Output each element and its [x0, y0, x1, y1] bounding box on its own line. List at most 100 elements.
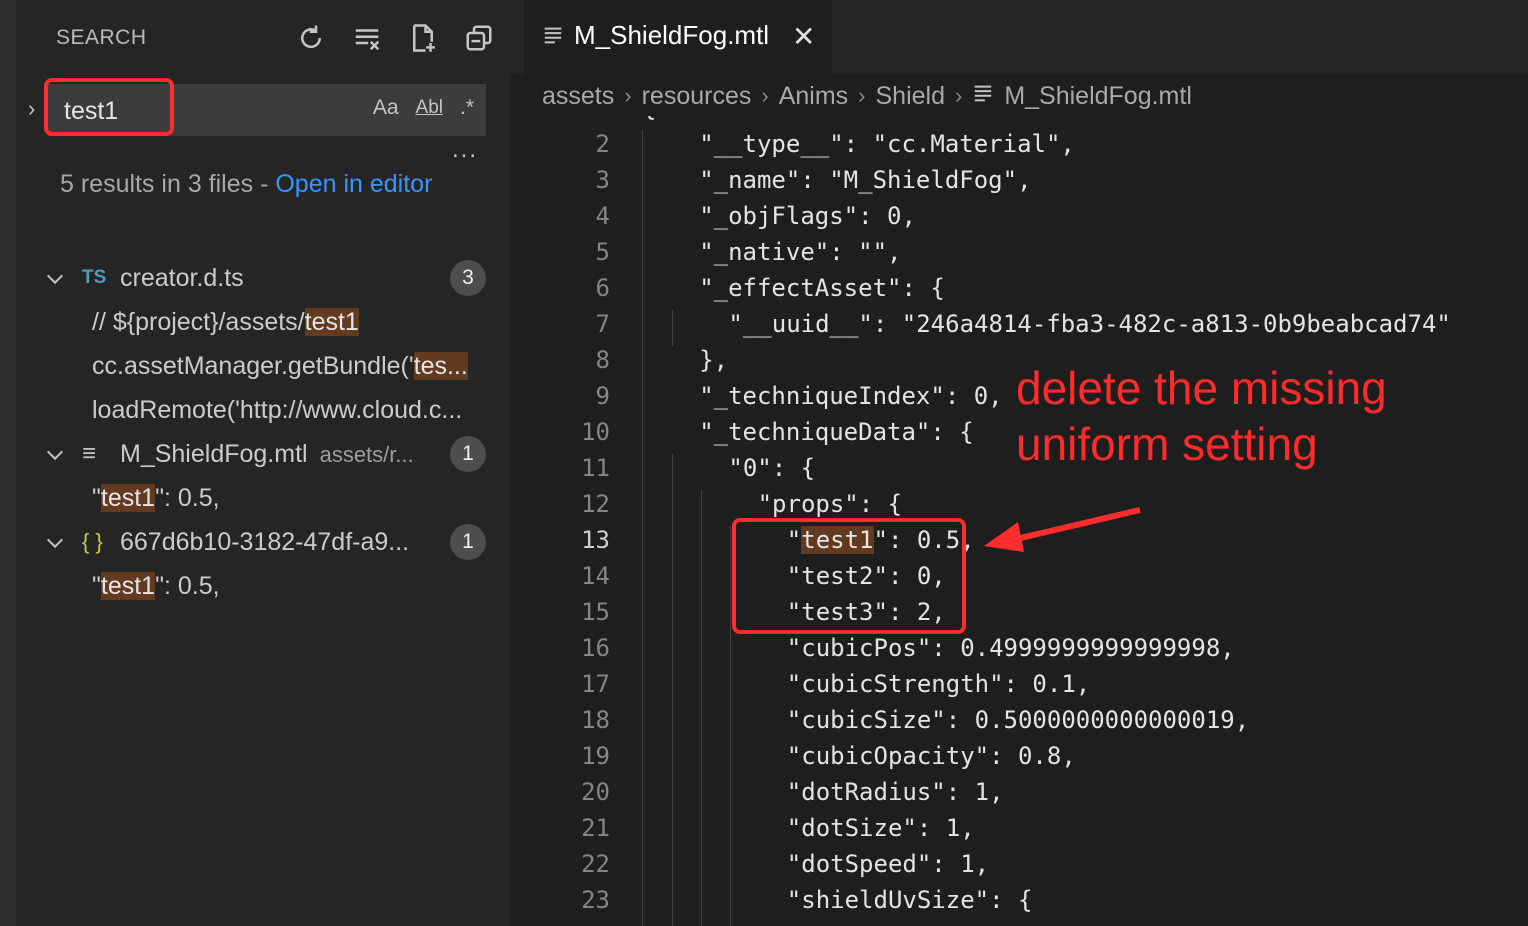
lines-file-icon	[972, 82, 994, 111]
chevron-right-icon: ›	[624, 83, 632, 108]
chevron-down-icon[interactable]	[44, 444, 64, 464]
match-line[interactable]: cc.assetManager.getBundle('tes...	[16, 344, 510, 388]
match-line[interactable]: "test1": 0.5,	[16, 476, 510, 520]
file-name-group: M_ShieldFog.mtl assets/r...	[120, 440, 414, 469]
file-name: M_ShieldFog.mtl	[120, 439, 308, 468]
file-name: 667d6b10-3182-47df-a9...	[120, 527, 410, 556]
annotation-line: uniform setting	[1016, 418, 1318, 470]
match-suffix: ": 0.5,	[155, 571, 220, 600]
line-source: "cubicPos": 0.4999999999999998,	[786, 634, 1235, 662]
breadcrumb-item[interactable]: M_ShieldFog.mtl	[1004, 82, 1192, 111]
breadcrumb-item[interactable]: resources	[642, 82, 752, 111]
chevron-right-icon: ›	[858, 83, 866, 108]
code-line: 19 "cubicOpacity": 0.8,	[510, 742, 1528, 778]
line-number: 22	[581, 850, 610, 878]
line-number: 11	[581, 454, 610, 482]
match-highlight: test1	[100, 571, 156, 600]
match-whole-word-icon[interactable]: Abl	[415, 96, 444, 120]
line-source: "_techniqueData": {	[699, 418, 974, 446]
chevron-down-icon[interactable]	[44, 268, 64, 288]
match-line[interactable]: loadRemote('http://www.cloud.c...	[16, 388, 510, 432]
code-line: 3 "_name": "M_ShieldFog",	[510, 166, 1528, 202]
breadcrumb-item[interactable]: assets	[542, 82, 614, 111]
line-number: 19	[581, 742, 610, 770]
code-line: 1{	[510, 116, 1528, 130]
refresh-icon[interactable]	[294, 20, 328, 56]
line-number: 4	[595, 202, 610, 230]
result-file-row[interactable]: { } 667d6b10-3182-47df-a9... 1	[16, 520, 510, 564]
match-suffix: ": 0.5,	[155, 483, 220, 512]
match-prefix: loadRemote('http://www.cloud.c...	[92, 395, 463, 424]
results-tree: TS creator.d.ts 3 // ${project}/assets/t…	[16, 256, 510, 608]
lines-file-icon	[542, 24, 564, 51]
line-number: 21	[581, 814, 610, 842]
line-source: "_techniqueIndex": 0,	[699, 382, 1003, 410]
file-name: creator.d.ts	[120, 263, 244, 292]
new-search-editor-icon[interactable]	[406, 20, 440, 56]
line-number: 6	[595, 274, 610, 302]
search-options: Aa Abl .*	[373, 96, 474, 120]
code-line: 2 "__type__": "cc.Material",	[510, 130, 1528, 166]
search-sidebar: SEARCH › Aa Abl .* ... 5 results in 3 fi…	[16, 0, 510, 926]
activity-bar	[0, 0, 16, 926]
code-line: 23 "shieldUvSize": {	[510, 886, 1528, 922]
match-prefix: "	[92, 571, 101, 600]
sidebar-title: SEARCH	[56, 26, 147, 49]
close-icon[interactable]: ✕	[792, 20, 815, 53]
line-number: 7	[595, 310, 610, 338]
line-source: "props": {	[757, 490, 903, 518]
annotation-arrow	[984, 507, 1141, 552]
search-actions	[294, 20, 496, 56]
file-path: assets/r...	[319, 441, 414, 467]
match-prefix: // ${project}/assets/	[92, 307, 305, 336]
match-count-badge: 1	[450, 524, 486, 560]
match-line[interactable]: // ${project}/assets/test1	[16, 300, 510, 344]
line-source: "cubicSize": 0.5000000000000019,	[786, 706, 1250, 734]
annotation-text: delete the missing uniform setting	[1016, 360, 1387, 472]
line-number: 15	[581, 598, 610, 626]
line-source: "0": {	[728, 454, 816, 482]
annotation-line: delete the missing	[1016, 362, 1387, 414]
chevron-down-icon[interactable]	[44, 532, 64, 552]
use-regex-icon[interactable]: .*	[460, 96, 474, 120]
code-line: 18 "cubicSize": 0.5000000000000019,	[510, 706, 1528, 742]
line-source: "dotSpeed": 1,	[786, 850, 990, 878]
code-line: 5 "_native": "",	[510, 238, 1528, 274]
match-highlight: tes...	[413, 351, 468, 380]
code-line: 7 "__uuid__": "246a4814-fba3-482c-a813-0b…	[510, 310, 1528, 346]
result-file-row[interactable]: TS creator.d.ts 3	[16, 256, 510, 300]
line-number: 18	[581, 706, 610, 734]
result-file-row[interactable]: ≡ M_ShieldFog.mtl assets/r... 1	[16, 432, 510, 476]
line-number: 23	[581, 886, 610, 914]
code-line: 22 "dotSpeed": 1,	[510, 850, 1528, 886]
chevron-right-icon: ›	[954, 83, 963, 108]
code-line: 6 "_effectAsset": {	[510, 274, 1528, 310]
clear-results-icon[interactable]	[350, 20, 384, 56]
breadcrumb-item[interactable]: Shield	[875, 82, 945, 111]
toggle-replace-icon[interactable]: ›	[28, 96, 35, 122]
typescript-file-icon: TS	[82, 267, 107, 288]
breadcrumb-item[interactable]: Anims	[779, 82, 848, 111]
match-line[interactable]: "test1": 0.5,	[16, 564, 510, 608]
line-source: "__uuid__": "246a4814-fba3-482c-a813-0b9…	[728, 310, 1451, 338]
results-count: 5 results in 3 files -	[60, 170, 276, 198]
toggle-search-details-icon[interactable]: ...	[452, 136, 478, 164]
match-prefix: "	[92, 483, 101, 512]
code-line: 21 "dotSize": 1,	[510, 814, 1528, 850]
collapse-all-icon[interactable]	[462, 20, 496, 56]
tab-m-shieldfog[interactable]: M_ShieldFog.mtl ✕	[524, 0, 832, 74]
editor-area: M_ShieldFog.mtl ✕ assets › resources › A…	[510, 0, 1528, 926]
match-case-icon[interactable]: Aa	[373, 96, 399, 120]
line-number: 3	[595, 166, 610, 194]
match-count-badge: 1	[450, 436, 486, 472]
open-in-editor-link[interactable]: Open in editor	[275, 170, 432, 198]
lines-file-icon: ≡	[82, 440, 97, 467]
line-number: 12	[581, 490, 610, 518]
line-number: 14	[581, 562, 610, 590]
line-number: 8	[595, 346, 610, 374]
results-summary: 5 results in 3 files - Open in editor	[60, 166, 440, 202]
line-source: "dotSize": 1,	[786, 814, 975, 842]
match-count-badge: 3	[450, 260, 486, 296]
json-file-icon: { }	[82, 529, 103, 554]
line-number: 17	[581, 670, 610, 698]
